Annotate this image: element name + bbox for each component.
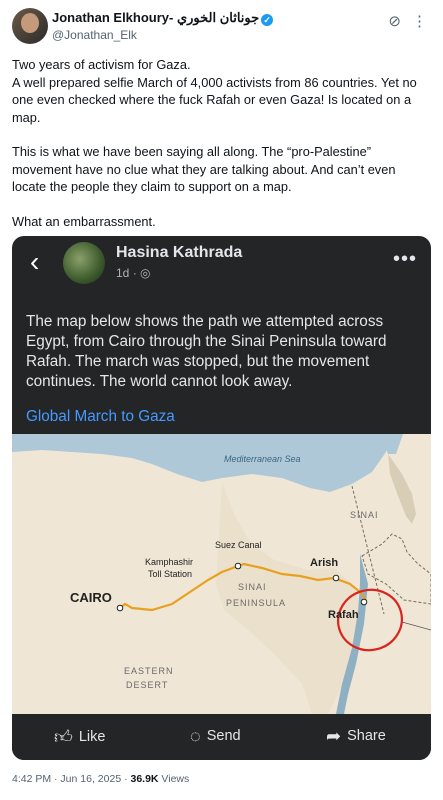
post-meta: 1d · ◎: [116, 266, 151, 280]
map-label-desert: DESERT: [126, 680, 168, 690]
tweet-footer: 4:42 PM · Jun 16, 2025 · 36.9K Views: [12, 773, 189, 785]
map-label-peninsula-1: SINAI: [238, 582, 267, 592]
views-count: 36.9K: [130, 773, 159, 785]
tweet-text: Two years of activism for Gaza. A well p…: [12, 56, 432, 230]
share-label: Share: [347, 728, 386, 744]
map-label-kamphashir: Kamphashir: [145, 557, 193, 567]
map-label-toll-station: Toll Station: [148, 569, 192, 579]
globe-icon: ◎: [140, 266, 151, 280]
post-author-name: Hasina Kathrada: [116, 244, 243, 261]
like-label: Like: [78, 729, 106, 745]
author-handle[interactable]: @Jonathan_Elk: [52, 28, 137, 42]
tweet-timestamp[interactable]: 4:42 PM · Jun 16, 2025 ·: [12, 773, 130, 785]
route-map: Mediterranean Sea SINAI Suez Canal Kamph…: [12, 434, 431, 714]
author-name-row[interactable]: Jonathan Elkhoury- جوناثان الخوري ✓: [52, 10, 274, 26]
send-button: ◌ Send: [190, 726, 241, 747]
post-link: Global March to Gaza: [26, 408, 175, 425]
post-options-icon: •••: [392, 248, 417, 270]
back-arrow-icon: ‹: [30, 246, 40, 277]
tweet-line: Two years of activism for Gaza.: [12, 57, 191, 72]
post-age: 1d: [116, 266, 130, 280]
tweet-line: A well prepared selfie March of 4,000 ac…: [12, 74, 417, 125]
share-icon: ➦: [326, 726, 342, 746]
post-actions-bar: 👍︎ Like ◌ Send ➦ Share: [12, 714, 431, 760]
messenger-icon: ◌: [190, 726, 201, 746]
views-label: Views: [158, 773, 190, 785]
verified-badge-icon: ✓: [261, 14, 274, 26]
map-label-sea: Mediterranean Sea: [224, 454, 301, 464]
grok-icon[interactable]: ⊘: [388, 12, 401, 30]
map-label-sinai: SINAI: [350, 510, 379, 520]
more-options-icon[interactable]: ⋮: [412, 12, 427, 30]
map-label-rafah: Rafah: [328, 609, 359, 621]
post-author-avatar: [63, 242, 105, 284]
thumbs-up-icon: 👍︎: [54, 727, 73, 747]
map-label-eastern: EASTERN: [124, 666, 174, 676]
author-avatar[interactable]: [12, 8, 48, 44]
tweet-line: This is what we have been saying all alo…: [12, 144, 396, 194]
share-button: ➦ Share: [326, 726, 386, 747]
tweet-line: What an embarrassment.: [12, 213, 156, 229]
send-label: Send: [206, 728, 241, 744]
post-text: The map below shows the path we attempte…: [26, 313, 387, 390]
tweet-header: Jonathan Elkhoury- جوناثان الخوري ✓ @Jona…: [12, 8, 431, 44]
map-label-cairo: CAIRO: [70, 590, 112, 605]
like-button: 👍︎ Like: [54, 726, 105, 748]
map-label-peninsula-2: PENINSULA: [226, 598, 286, 608]
map-label-arish: Arish: [310, 557, 338, 569]
map-label-suez: Suez Canal: [215, 540, 262, 550]
embedded-screenshot[interactable]: ‹ Hasina Kathrada 1d · ◎ ••• The map bel…: [12, 236, 431, 760]
author-name[interactable]: Jonathan Elkhoury- جوناثان الخوري: [52, 10, 259, 25]
